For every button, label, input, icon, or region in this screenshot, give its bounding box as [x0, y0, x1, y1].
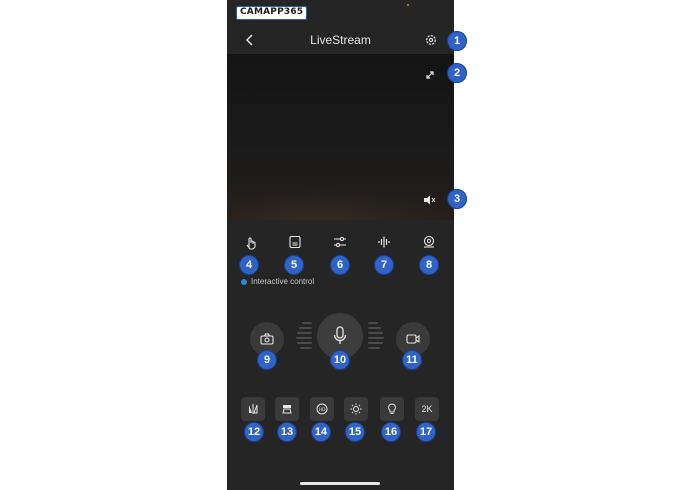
night-mode-icon	[281, 403, 293, 415]
phone-screen: CAMAPP365 LiveStream Interactive control…	[227, 0, 454, 490]
brightness-button[interactable]	[344, 397, 368, 421]
interactive-control-label: Interactive control	[241, 277, 314, 286]
light-bulb-icon	[386, 403, 398, 415]
callout-badge-7: 7	[374, 255, 394, 275]
fullscreen-icon[interactable]	[424, 69, 436, 81]
flip-icon	[247, 403, 259, 415]
sd-card-icon[interactable]	[287, 234, 303, 250]
callout-badge-3: 3	[447, 189, 467, 209]
sound-wave-icon[interactable]	[376, 234, 392, 250]
microphone-icon	[332, 326, 348, 346]
live-video-view[interactable]	[227, 54, 454, 220]
wdr-button[interactable]: HD	[310, 397, 334, 421]
video-noise	[227, 190, 454, 220]
indicator-dot	[241, 278, 247, 285]
title-bar: LiveStream	[227, 27, 454, 53]
mic-level-left	[294, 322, 312, 352]
callout-badge-6: 6	[330, 255, 350, 275]
callout-badge-12: 12	[244, 422, 264, 442]
speaker-mute-icon[interactable]	[423, 194, 437, 206]
night-mode-button[interactable]	[275, 397, 299, 421]
callout-badge-11: 11	[402, 350, 422, 370]
status-dot	[407, 4, 409, 6]
ptz-camera-icon[interactable]	[421, 234, 437, 250]
callout-badge-10: 10	[330, 350, 350, 370]
page-title: LiveStream	[310, 33, 371, 47]
flip-button[interactable]	[241, 397, 265, 421]
callout-badge-17: 17	[416, 422, 436, 442]
callout-badge-1: 1	[447, 31, 467, 51]
callout-badge-16: 16	[381, 422, 401, 442]
callout-badge-8: 8	[419, 255, 439, 275]
video-record-icon	[406, 333, 420, 345]
wdr-icon: HD	[316, 403, 328, 415]
callout-badge-14: 14	[311, 422, 331, 442]
resolution-button[interactable]: 2K	[415, 397, 439, 421]
svg-text:HD: HD	[319, 407, 326, 413]
mic-level-right	[368, 322, 386, 352]
callout-badge-4: 4	[239, 255, 259, 275]
resolution-label: 2K	[421, 404, 433, 414]
sliders-icon[interactable]	[332, 234, 348, 250]
camera-icon	[260, 333, 274, 345]
callout-badge-2: 2	[447, 63, 467, 83]
callout-badge-13: 13	[277, 422, 297, 442]
hand-icon[interactable]	[243, 234, 259, 250]
home-indicator[interactable]	[300, 482, 380, 485]
callout-badge-9: 9	[257, 350, 277, 370]
brightness-icon	[350, 403, 362, 415]
callout-badge-5: 5	[284, 255, 304, 275]
camapp-logo: CAMAPP365	[236, 6, 308, 20]
interactive-control-text: Interactive control	[251, 277, 315, 286]
settings-gear-icon[interactable]	[425, 34, 437, 46]
light-bulb-button[interactable]	[380, 397, 404, 421]
callout-badge-15: 15	[345, 422, 365, 442]
